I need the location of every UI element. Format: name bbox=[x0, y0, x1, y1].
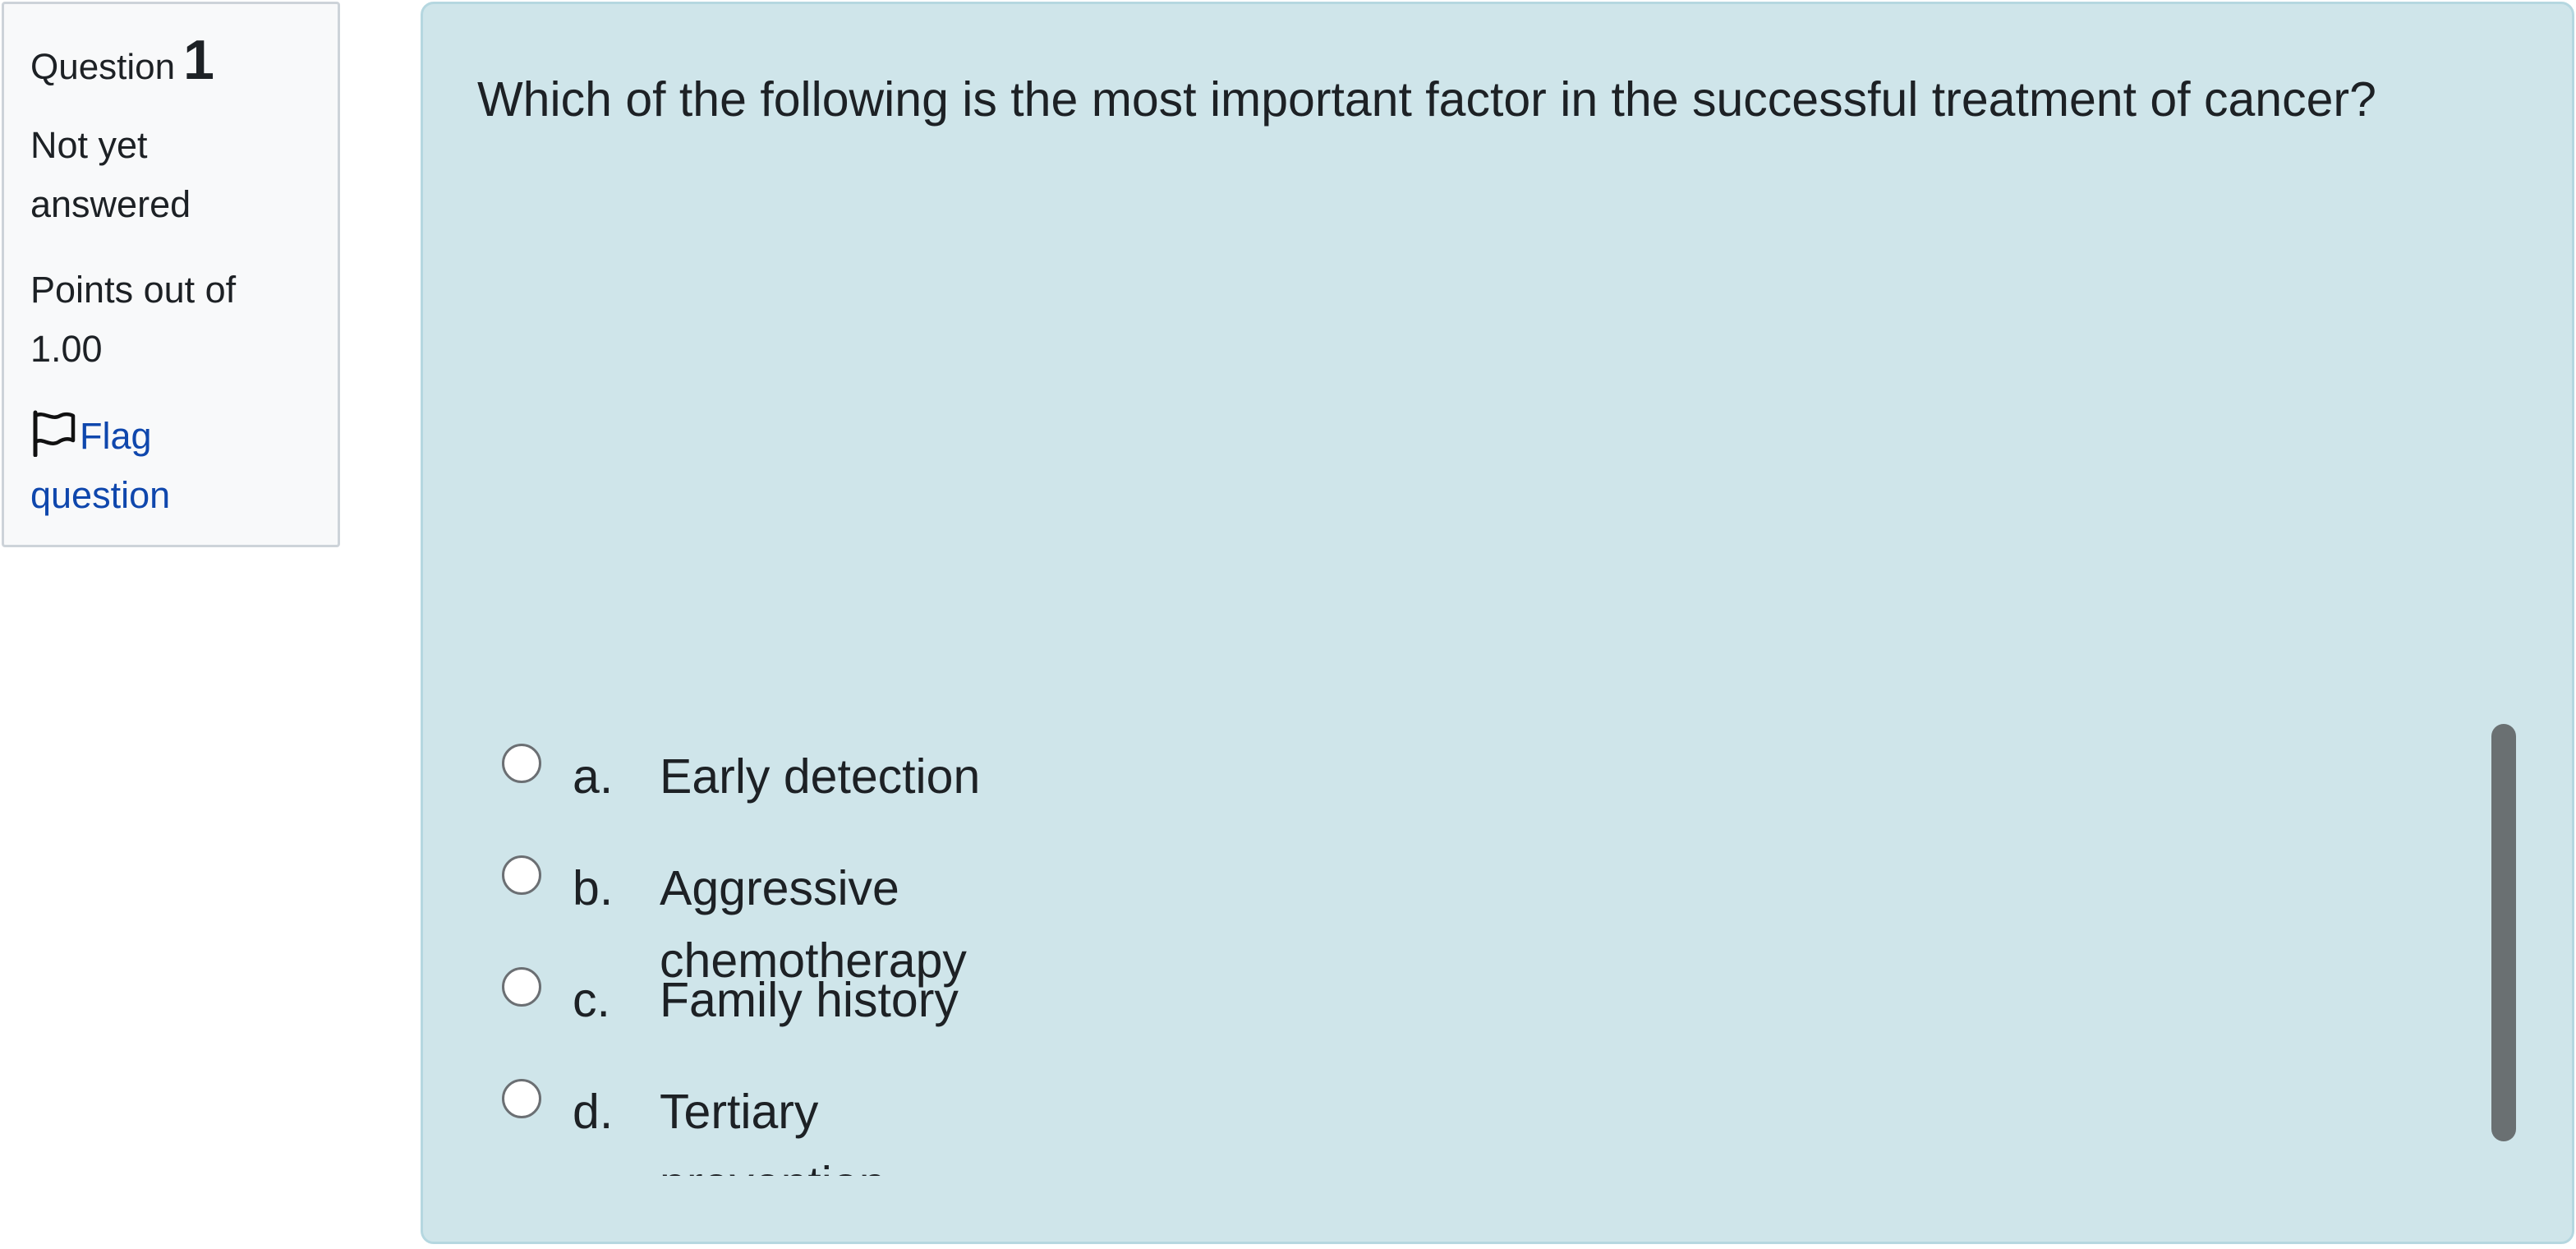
answer-radio[interactable] bbox=[502, 855, 541, 895]
answer-label[interactable]: Family history bbox=[660, 964, 1005, 1036]
answer-label[interactable]: Early detection bbox=[660, 740, 1005, 813]
question-number-heading: Question 1 bbox=[30, 32, 313, 88]
answer-option-a[interactable]: a. Early detection bbox=[502, 719, 2473, 831]
answer-option-c[interactable]: c. Family history bbox=[502, 943, 2473, 1054]
answer-radio[interactable] bbox=[502, 744, 541, 783]
question-content: Which of the following is the most impor… bbox=[421, 2, 2574, 1244]
answer-option-d[interactable]: d. Tertiary prevention bbox=[502, 1054, 2473, 1176]
flag-icon bbox=[33, 410, 76, 457]
answer-letter: b. bbox=[573, 861, 614, 915]
flag-question-link[interactable]: Flag question bbox=[30, 407, 244, 525]
question-info-panel: Question 1 Not yet answered Points out of… bbox=[2, 2, 340, 547]
answer-letter: d. bbox=[573, 1085, 614, 1139]
answer-letter: a. bbox=[573, 749, 614, 804]
answer-radio[interactable] bbox=[502, 967, 541, 1007]
question-text: Which of the following is the most impor… bbox=[477, 72, 2376, 127]
answers-scrollbar[interactable] bbox=[2491, 724, 2516, 1141]
question-number: 1 bbox=[183, 29, 214, 91]
question-grade: Points out of 1.00 bbox=[30, 269, 237, 370]
answer-label[interactable]: Tertiary prevention bbox=[660, 1076, 1005, 1176]
answer-list: a. Early detection b. Aggressive chemoth… bbox=[502, 719, 2473, 1176]
answer-radio[interactable] bbox=[502, 1079, 541, 1118]
question-state: Not yet answered bbox=[30, 124, 191, 225]
answer-letter: c. bbox=[573, 973, 610, 1027]
question-label: Question bbox=[30, 47, 176, 87]
answer-option-b[interactable]: b. Aggressive chemotherapy bbox=[502, 831, 2473, 988]
